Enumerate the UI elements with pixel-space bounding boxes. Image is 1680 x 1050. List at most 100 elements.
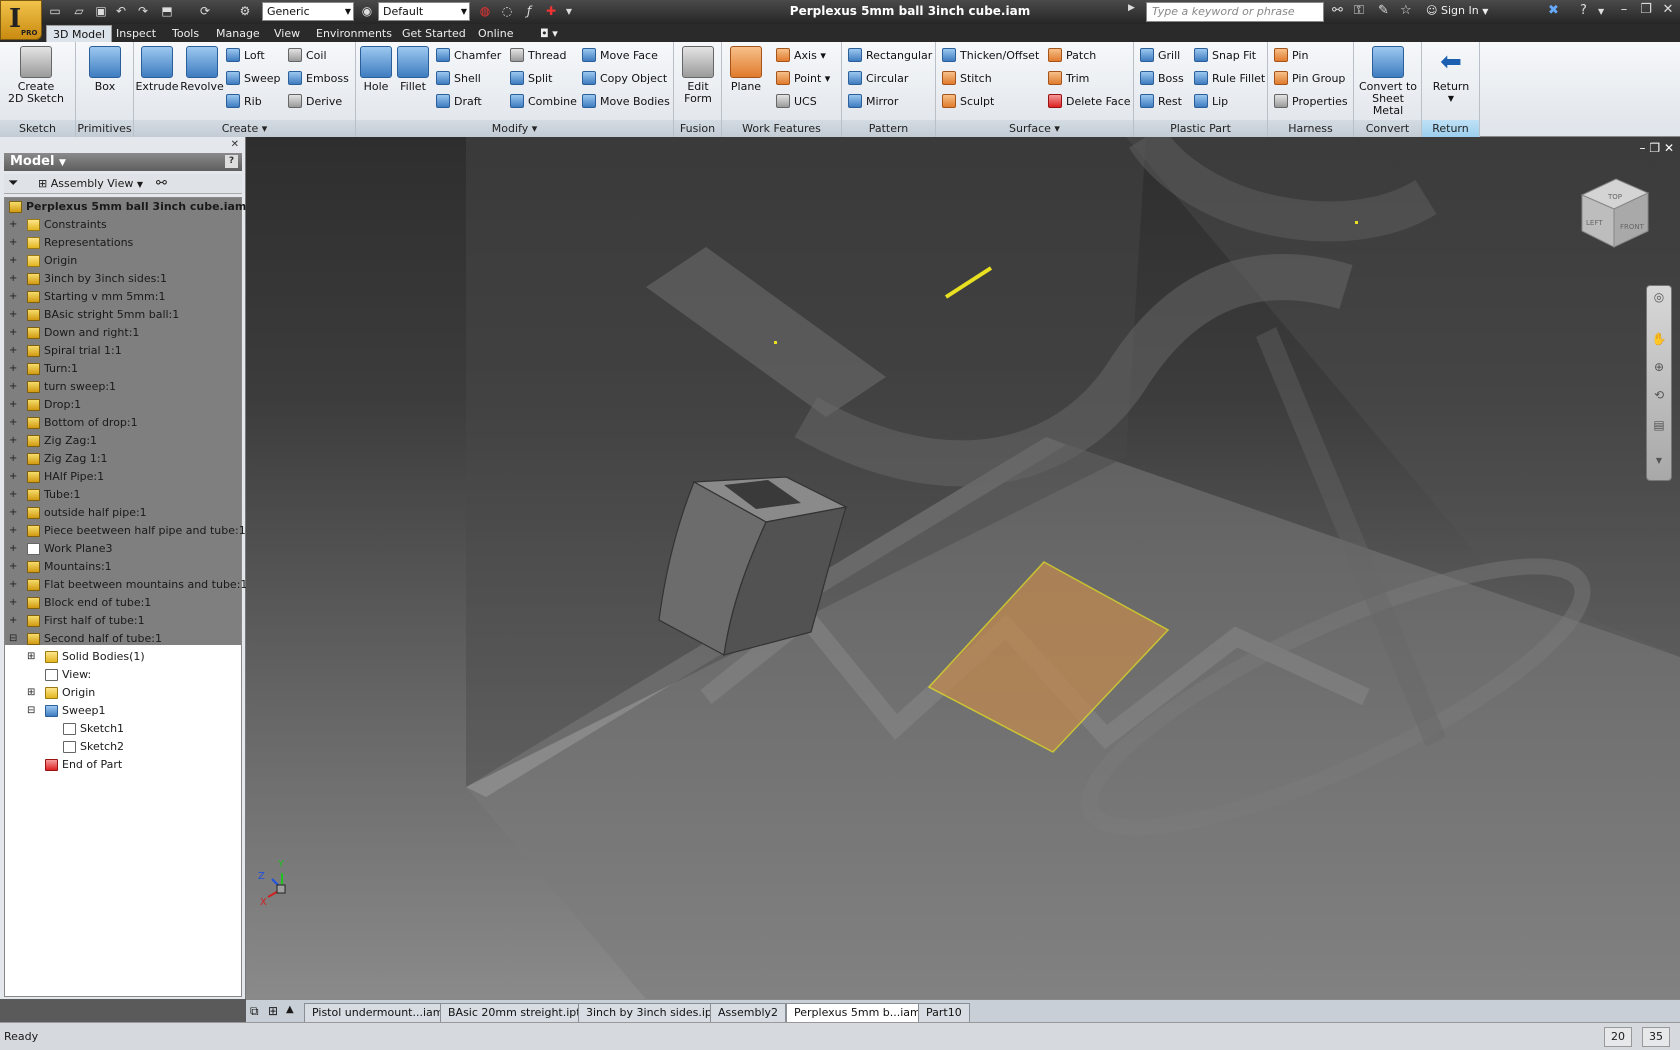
star-icon[interactable]: ☆	[1400, 3, 1412, 18]
new-icon[interactable]: ▭	[46, 3, 64, 20]
tree-item[interactable]: + Block end of tube:1	[5, 594, 241, 612]
derive-button[interactable]: Derive	[288, 92, 342, 112]
expand-icon[interactable]: +	[9, 234, 19, 252]
add-icon[interactable]: ✚	[542, 3, 560, 20]
fillet-button[interactable]: Fillet	[394, 46, 432, 93]
return-button[interactable]: ⬅ Return ▼	[1428, 46, 1474, 105]
tree-item[interactable]: + Tube:1	[5, 486, 241, 504]
expand-icon[interactable]: ⊞	[27, 648, 37, 666]
expand-icon[interactable]: +	[9, 504, 19, 522]
tree-item[interactable]: + Zig Zag:1	[5, 432, 241, 450]
zoom-icon[interactable]: ⊕	[1651, 360, 1667, 376]
axis-button[interactable]: Axis ▾	[776, 46, 826, 66]
expand-icon[interactable]: +	[9, 576, 19, 594]
create-2d-sketch-button[interactable]: Create 2D Sketch	[6, 46, 66, 105]
patch-button[interactable]: Patch	[1048, 46, 1096, 66]
tree-root[interactable]: Perplexus 5mm ball 3inch cube.iam	[5, 198, 246, 216]
move-bodies-button[interactable]: Move Bodies	[582, 92, 670, 112]
expand-icon[interactable]: +	[9, 324, 19, 342]
sign-in-link[interactable]: ☺ Sign In ▼	[1426, 4, 1488, 17]
binoculars-icon[interactable]: ⚯	[1332, 3, 1343, 18]
chamfer-button[interactable]: Chamfer	[436, 46, 501, 66]
plane-button[interactable]: Plane	[724, 46, 768, 93]
tree-item[interactable]: + Work Plane3	[5, 540, 241, 558]
panel-title-create[interactable]: Create ▾	[134, 120, 355, 137]
doc-tab-3inch-sides[interactable]: 3inch by 3inch sides.ipt	[578, 1003, 725, 1022]
tab-environments[interactable]: Environments	[310, 25, 398, 42]
expand-icon[interactable]: +	[9, 360, 19, 378]
boss-button[interactable]: Boss	[1140, 69, 1184, 89]
expand-icon[interactable]: +	[9, 216, 19, 234]
tree-item[interactable]: + Representations	[5, 234, 241, 252]
cascade-icon[interactable]: ⧉	[250, 1004, 259, 1019]
tree-item[interactable]: + First half of tube:1	[5, 612, 241, 630]
restore-icon[interactable]: ❐	[1636, 2, 1656, 17]
tree-item-active[interactable]: ⊟ Second half of tube:1	[5, 630, 241, 648]
tab-tools[interactable]: Tools	[166, 25, 205, 42]
sweep-button[interactable]: Sweep	[226, 69, 281, 89]
tree-item[interactable]: + outside half pipe:1	[5, 504, 241, 522]
split-button[interactable]: Split	[510, 69, 552, 89]
rest-button[interactable]: Rest	[1140, 92, 1182, 112]
expand-icon[interactable]: +	[9, 252, 19, 270]
snap-fit-button[interactable]: Snap Fit	[1194, 46, 1256, 66]
thread-button[interactable]: Thread	[510, 46, 566, 66]
steering-wheel-icon[interactable]: ◎	[1651, 290, 1667, 306]
update-icon[interactable]: ⟳	[196, 3, 214, 20]
help-search-input[interactable]: Type a keyword or phrase	[1146, 2, 1324, 22]
point-button[interactable]: Point ▾	[776, 69, 830, 89]
orbit-icon[interactable]: ⟲	[1651, 388, 1667, 404]
close-icon[interactable]: ✕	[1664, 141, 1674, 155]
circular-button[interactable]: Circular	[848, 69, 908, 89]
tree-item[interactable]: + Turn:1	[5, 360, 241, 378]
expand-icon[interactable]: +	[9, 594, 19, 612]
trim-button[interactable]: Trim	[1048, 69, 1089, 89]
appearance-combo[interactable]: Default ▼	[378, 2, 470, 21]
exchange-icon[interactable]: ✖	[1548, 3, 1559, 18]
tree-child-item[interactable]: ⊞ Origin	[5, 684, 241, 702]
loft-button[interactable]: Loft	[226, 46, 265, 66]
expand-icon[interactable]: +	[9, 342, 19, 360]
tree-item[interactable]: + HAlf Pipe:1	[5, 468, 241, 486]
expand-icon[interactable]: +	[9, 450, 19, 468]
tab-view[interactable]: View	[268, 25, 306, 42]
tree-item[interactable]: +3inch by 3inch sides:1	[5, 270, 241, 288]
open-icon[interactable]: ▱	[70, 3, 88, 20]
ucs-button[interactable]: UCS	[776, 92, 817, 112]
tab-inspect[interactable]: Inspect	[110, 25, 162, 42]
draft-button[interactable]: Draft	[436, 92, 482, 112]
expand-icon[interactable]: +	[9, 522, 19, 540]
edit-form-button[interactable]: Edit Form	[678, 46, 718, 105]
pin-button[interactable]: Pin	[1274, 46, 1308, 66]
application-menu-button[interactable]: I PRO	[0, 0, 42, 40]
help-icon[interactable]: ?	[225, 155, 238, 168]
doc-tab-part10[interactable]: Part10	[918, 1003, 970, 1022]
material-combo[interactable]: Generic ▼	[262, 2, 354, 21]
tree-child-item[interactable]: View:	[5, 666, 241, 684]
doc-tab-pistol[interactable]: Pistol undermount...iam	[304, 1003, 452, 1022]
mirror-button[interactable]: Mirror	[848, 92, 898, 112]
tree-item[interactable]: + Flat beetween mountains and tube:1	[5, 576, 247, 594]
chevron-down-icon[interactable]: ▼	[560, 3, 578, 20]
tree-item[interactable]: + Mountains:1	[5, 558, 241, 576]
expand-icon[interactable]: +	[9, 468, 19, 486]
color-wheel-icon[interactable]: ◉	[358, 3, 376, 20]
pin-group-button[interactable]: Pin Group	[1274, 69, 1345, 89]
sculpt-button[interactable]: Sculpt	[942, 92, 994, 112]
convert-sheet-metal-button[interactable]: Convert to Sheet Metal	[1356, 46, 1420, 117]
tab-3d-model[interactable]: 3D Model	[46, 25, 112, 42]
move-face-button[interactable]: Move Face	[582, 46, 658, 66]
key-icon[interactable]: ⚿	[1354, 3, 1364, 18]
properties-button[interactable]: Properties	[1274, 92, 1348, 112]
settings-icon[interactable]: ⚙	[236, 3, 254, 20]
combine-button[interactable]: Combine	[510, 92, 577, 112]
save-icon[interactable]: ▣	[92, 3, 110, 20]
tree-item[interactable]: + Constraints	[5, 216, 241, 234]
tree-item[interactable]: + Starting v mm 5mm:1	[5, 288, 241, 306]
hole-button[interactable]: Hole	[356, 46, 396, 93]
close-icon[interactable]: ✕	[231, 139, 239, 150]
expand-icon[interactable]: +	[9, 432, 19, 450]
doc-tab-basic-20mm[interactable]: BAsic 20mm streight.ipt	[440, 1003, 589, 1022]
coil-button[interactable]: Coil	[288, 46, 327, 66]
binoculars-icon[interactable]: ⚯	[156, 176, 167, 191]
